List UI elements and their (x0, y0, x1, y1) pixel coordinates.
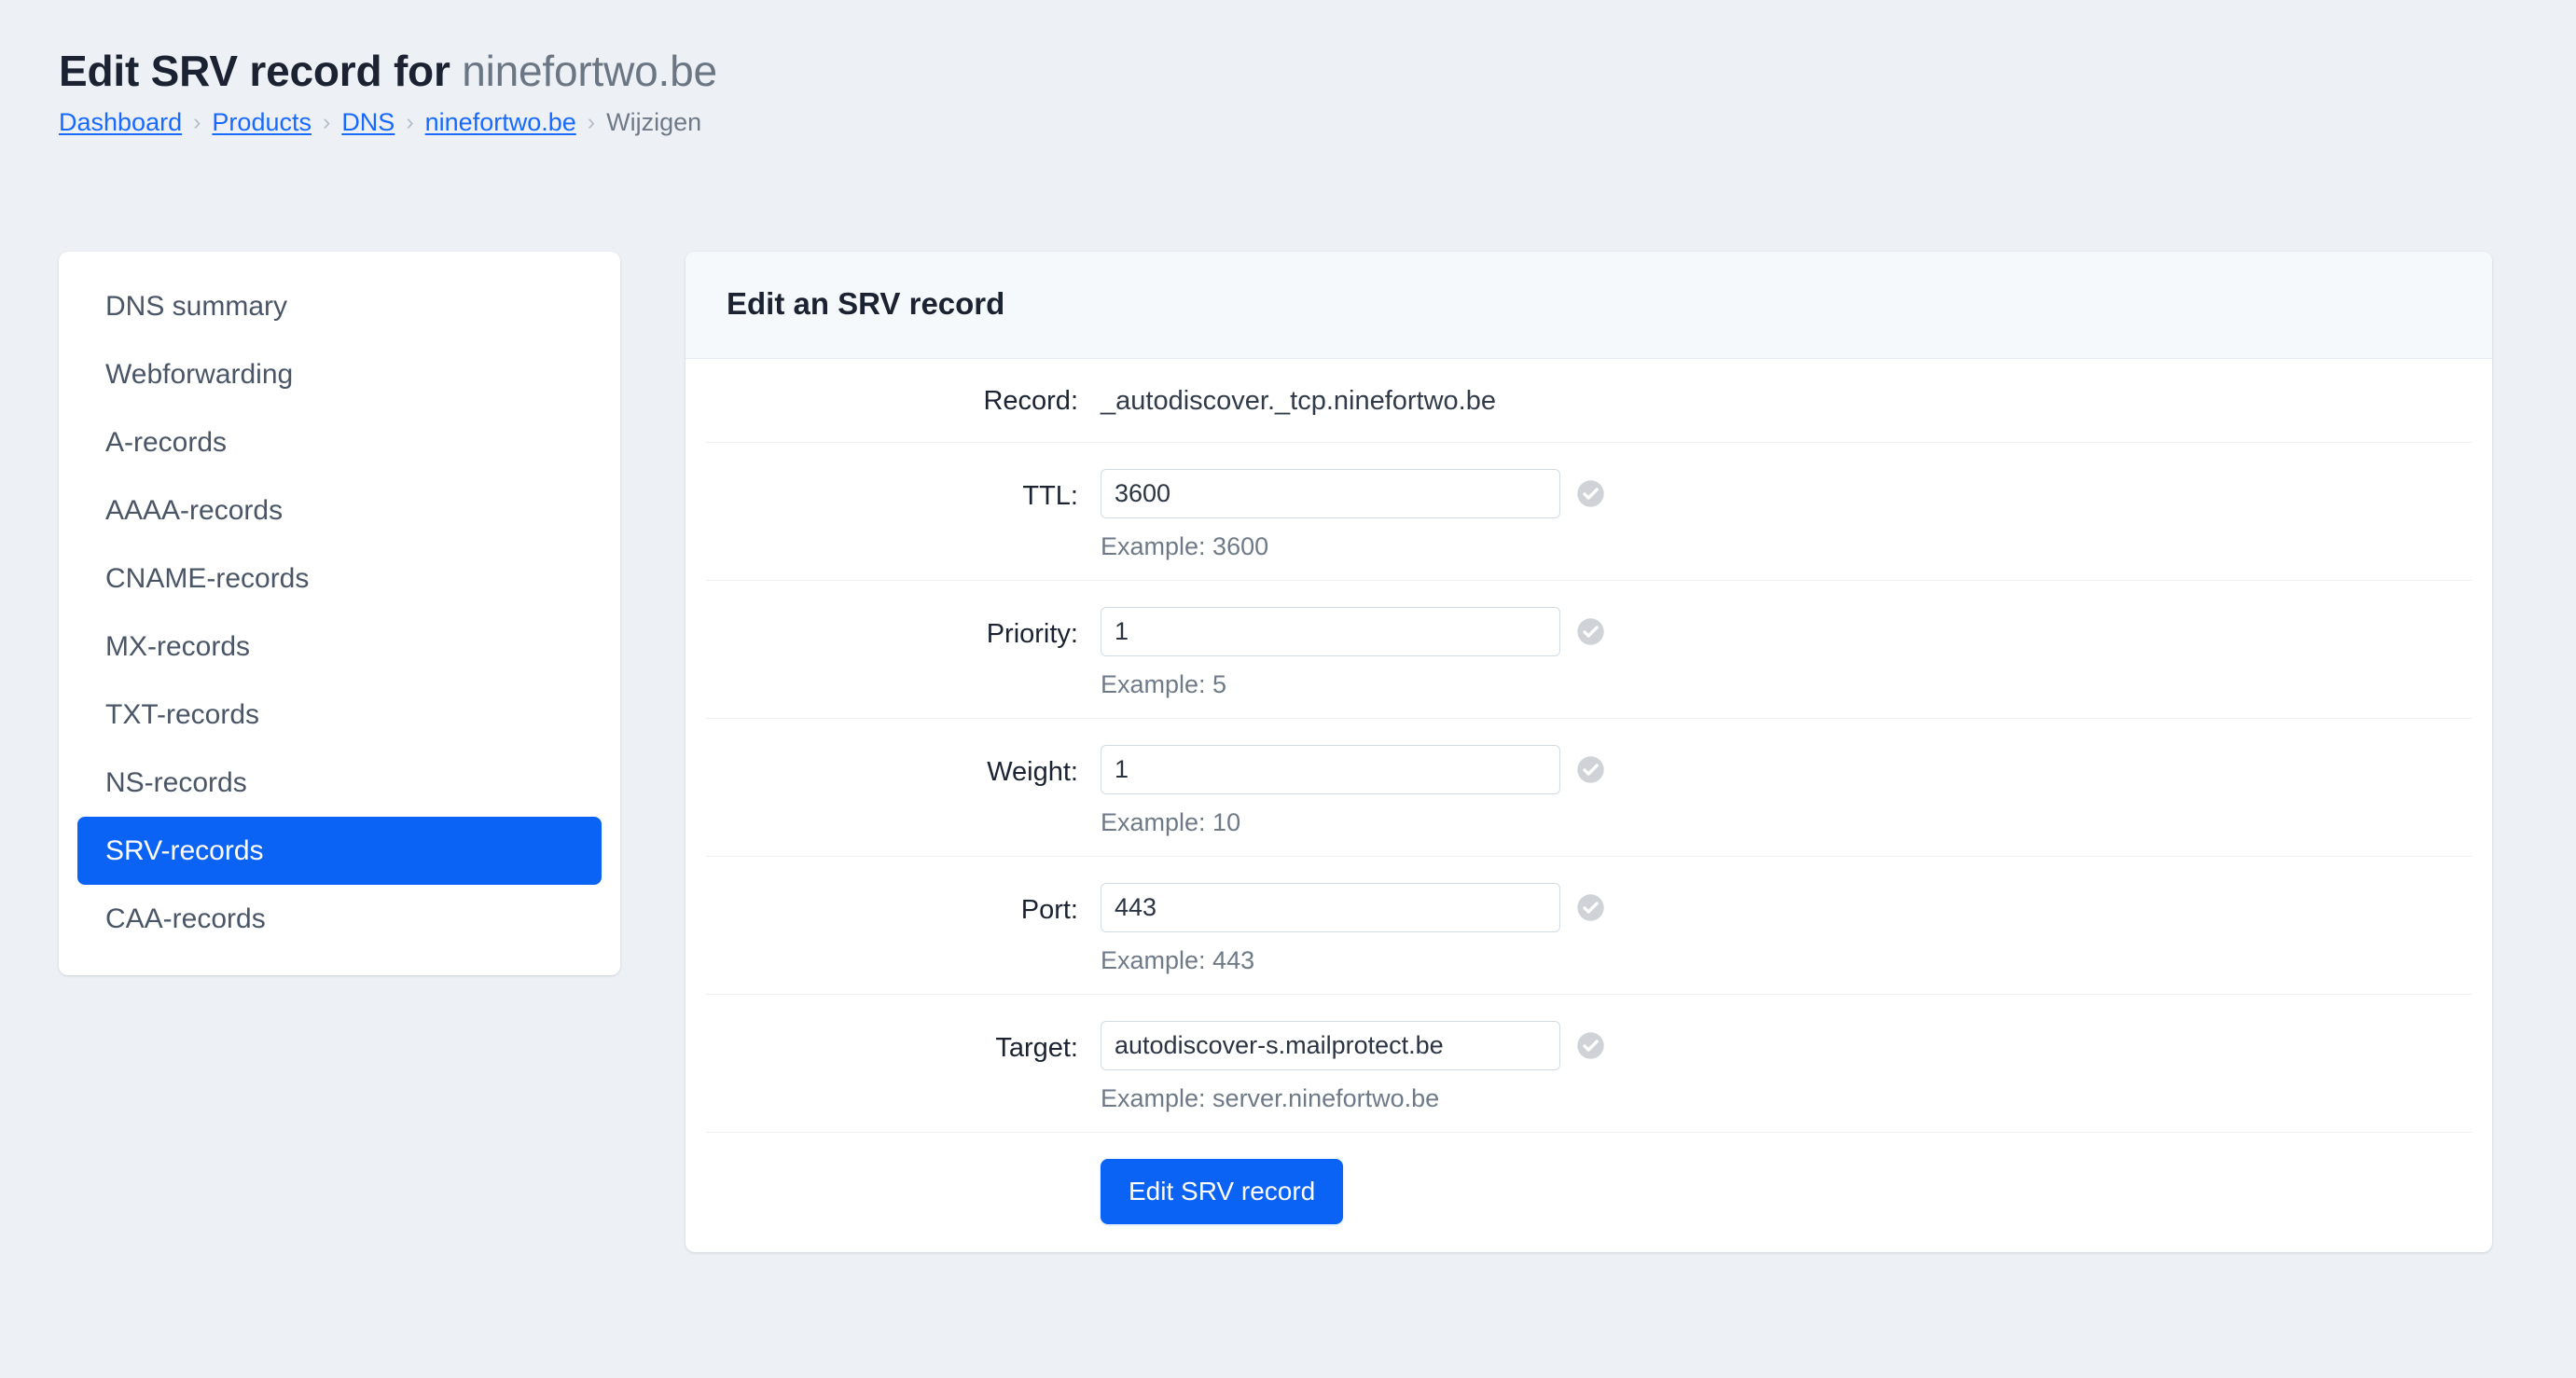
form-row-ttl: TTL: Example: 3600 (706, 443, 2472, 581)
port-example-text: Example: 443 (1101, 945, 2472, 975)
port-label: Port: (706, 883, 1101, 926)
form-actions-spacer (706, 1159, 1101, 1224)
page-header: Edit SRV record for ninefortwo.be Dashbo… (59, 45, 1924, 138)
card-body: Record: _autodiscover._tcp.ninefortwo.be… (686, 359, 2492, 1252)
ttl-label: TTL: (706, 469, 1101, 512)
breadcrumb-item-dns[interactable]: DNS (341, 106, 395, 138)
breadcrumb-item-current: Wijzigen (606, 106, 701, 138)
sidebar-item-dns-summary[interactable]: DNS summary (77, 272, 602, 340)
sidebar-item-cname-records[interactable]: CNAME-records (77, 544, 602, 613)
sidebar-item-ns-records[interactable]: NS-records (77, 749, 602, 817)
sidebar-item-aaaa-records[interactable]: AAAA-records (77, 476, 602, 544)
form-row-weight: Weight: Example: 10 (706, 719, 2472, 857)
check-circle-icon (1576, 893, 1605, 922)
form-row-target: Target: Example: server.ninefortwo.be (706, 995, 2472, 1133)
page-title: Edit SRV record for ninefortwo.be (59, 45, 1924, 97)
form-actions: Edit SRV record (706, 1133, 2472, 1252)
page-title-domain: ninefortwo.be (462, 47, 717, 95)
sidebar-item-caa-records[interactable]: CAA-records (77, 885, 602, 953)
dns-sidebar-nav: DNS summary Webforwarding A-records AAAA… (59, 252, 620, 975)
weight-label: Weight: (706, 745, 1101, 788)
record-label: Record: (706, 385, 1101, 417)
breadcrumb-chevron-right-icon: › (193, 106, 201, 138)
ttl-input[interactable] (1101, 469, 1560, 518)
sidebar-item-txt-records[interactable]: TXT-records (77, 681, 602, 749)
check-circle-icon (1576, 1031, 1605, 1060)
target-input[interactable] (1101, 1021, 1560, 1070)
sidebar-item-a-records[interactable]: A-records (77, 408, 602, 476)
page-root: Edit SRV record for ninefortwo.be Dashbo… (0, 0, 2576, 1378)
form-row-record: Record: _autodiscover._tcp.ninefortwo.be (706, 359, 2472, 443)
breadcrumb-chevron-right-icon: › (323, 106, 330, 138)
card-title: Edit an SRV record (727, 285, 2451, 323)
sidebar-item-webforwarding[interactable]: Webforwarding (77, 340, 602, 408)
breadcrumb-chevron-right-icon: › (406, 106, 413, 138)
check-circle-icon (1576, 479, 1605, 508)
card-header: Edit an SRV record (686, 252, 2492, 359)
breadcrumb-item-domain[interactable]: ninefortwo.be (425, 106, 576, 138)
weight-input[interactable] (1101, 745, 1560, 794)
target-example-text: Example: server.ninefortwo.be (1101, 1083, 2472, 1113)
sidebar-item-srv-records[interactable]: SRV-records (77, 817, 602, 885)
record-value: _autodiscover._tcp.ninefortwo.be (1101, 385, 2472, 417)
form-row-port: Port: Example: 443 (706, 857, 2472, 995)
priority-label: Priority: (706, 607, 1101, 650)
breadcrumb-item-products[interactable]: Products (212, 106, 312, 138)
breadcrumb: Dashboard › Products › DNS › ninefortwo.… (59, 106, 1924, 138)
priority-example-text: Example: 5 (1101, 669, 2472, 699)
breadcrumb-chevron-right-icon: › (588, 106, 595, 138)
edit-srv-record-button[interactable]: Edit SRV record (1101, 1159, 1343, 1224)
ttl-example-text: Example: 3600 (1101, 531, 2472, 561)
page-title-action: Edit SRV record for (59, 47, 450, 95)
weight-example-text: Example: 10 (1101, 807, 2472, 837)
sidebar-item-mx-records[interactable]: MX-records (77, 613, 602, 681)
breadcrumb-item-dashboard[interactable]: Dashboard (59, 106, 182, 138)
form-row-priority: Priority: Example: 5 (706, 581, 2472, 719)
target-label: Target: (706, 1021, 1101, 1064)
edit-srv-record-card: Edit an SRV record Record: _autodiscover… (686, 252, 2492, 1252)
priority-input[interactable] (1101, 607, 1560, 656)
check-circle-icon (1576, 617, 1605, 646)
port-input[interactable] (1101, 883, 1560, 932)
check-circle-icon (1576, 755, 1605, 784)
